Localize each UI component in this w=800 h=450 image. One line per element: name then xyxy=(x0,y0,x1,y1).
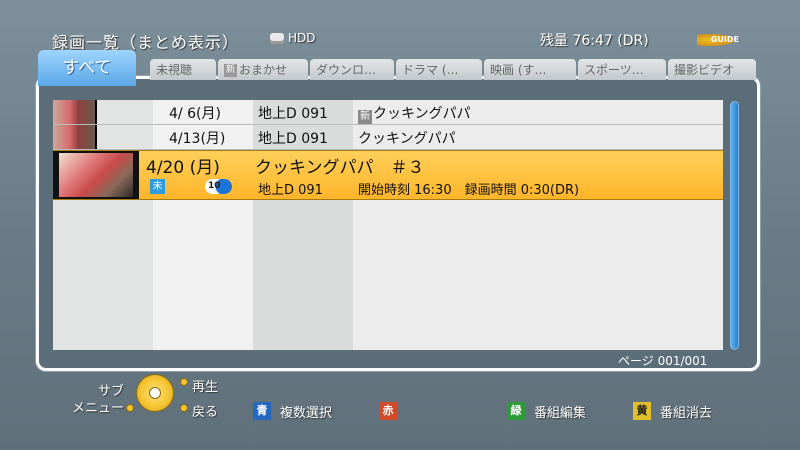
dpad-center-icon xyxy=(149,387,161,399)
channel-badge: 10 xyxy=(205,179,232,194)
hdd-icon xyxy=(270,33,284,44)
unwatched-badge: 未 xyxy=(150,179,165,194)
tab-download[interactable]: ダウンロ… xyxy=(310,59,394,80)
item-title: クッキングパパ ＃３ xyxy=(255,158,425,178)
item-title: クッキングパパ xyxy=(358,131,456,147)
tab-unwatched[interactable]: 未視聴 xyxy=(150,59,216,80)
scrollbar-thumb[interactable] xyxy=(731,102,738,349)
tab-video[interactable]: 撮影ビデオ xyxy=(668,59,756,80)
remaining-capacity: 残量 76:47 (DR) xyxy=(540,33,649,49)
item-channel: 地上D 091 xyxy=(258,131,328,147)
edit-program-label: 番組編集 xyxy=(534,406,587,421)
blue-key-icon: 青 xyxy=(253,402,271,420)
list-item[interactable]: 4/13(月) 地上D 091 クッキングパパ xyxy=(53,125,723,150)
back-label: 戻る xyxy=(192,405,219,420)
tab-all[interactable]: すべて xyxy=(38,50,136,86)
tab-drama[interactable]: ドラマ (… xyxy=(396,59,482,80)
green-key-icon: 緑 xyxy=(507,402,525,420)
tab-label: おまかせ xyxy=(239,63,288,77)
thumbnail xyxy=(53,100,95,124)
page-indicator: ページ 001/001 xyxy=(618,354,708,368)
selected-list-item[interactable]: 4/20 (月) クッキングパパ ＃３ 未 10 地上D 091 開始時刻 16… xyxy=(53,150,723,200)
item-date: 4/13(月) xyxy=(169,131,226,147)
item-title-text: クッキングパパ xyxy=(373,106,471,122)
guide-logo: GUIDE xyxy=(697,33,739,47)
multi-select-label: 複数選択 xyxy=(280,406,333,421)
thumbnail xyxy=(53,125,95,149)
storage-label: HDD xyxy=(288,31,316,45)
red-key-icon: 赤 xyxy=(379,402,397,420)
item-date: 4/ 6(月) xyxy=(169,106,221,122)
item-details: 開始時刻 16:30 録画時間 0:30(DR) xyxy=(358,183,580,198)
delete-program-label: 番組消去 xyxy=(660,406,713,421)
tab-movie[interactable]: 映画 (す… xyxy=(484,59,576,80)
connector-dot xyxy=(126,404,134,412)
connector-dot xyxy=(180,404,188,412)
new-icon: 新 xyxy=(224,64,237,77)
item-channel: 地上D 091 xyxy=(258,106,328,122)
tab-sports[interactable]: スポーツ… xyxy=(578,59,666,80)
tab-omakase[interactable]: 新おまかせ xyxy=(218,59,308,80)
connector-dot xyxy=(180,378,188,386)
list-item[interactable]: 4/ 6(月) 地上D 091 新クッキングパパ xyxy=(53,100,723,125)
yellow-key-icon: 黄 xyxy=(633,402,651,420)
play-label: 再生 xyxy=(192,380,219,395)
recording-list: 4/ 6(月) 地上D 091 新クッキングパパ 4/13(月) 地上D 091… xyxy=(53,100,723,350)
new-icon: 新 xyxy=(358,110,372,124)
item-title: 新クッキングパパ xyxy=(358,103,471,124)
item-channel: 地上D 091 xyxy=(258,183,323,198)
thumbnail xyxy=(53,151,139,199)
submenu-label: サブ メニュー xyxy=(71,384,124,416)
item-date: 4/20 (月) xyxy=(146,158,220,178)
